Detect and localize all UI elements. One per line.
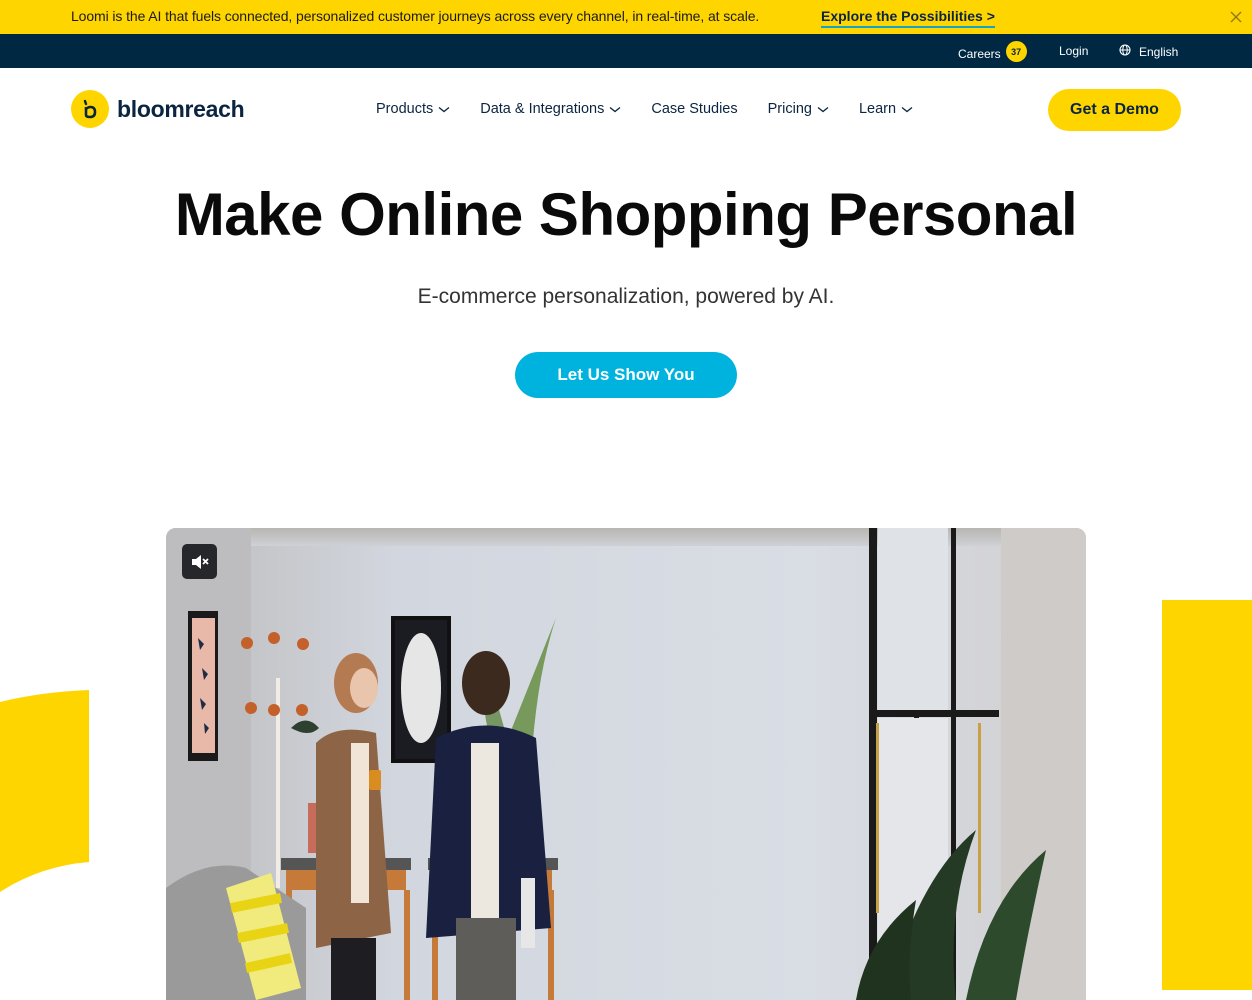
bloomreach-logo[interactable]: bloomreach — [71, 90, 245, 128]
video-frame-scene — [166, 528, 1086, 1000]
nav-item-products[interactable]: Products — [376, 101, 450, 117]
chevron-down-icon — [609, 106, 621, 112]
main-navigation: bloomreach Products Data & Integrations … — [0, 68, 1252, 152]
nav-item-label: Learn — [858, 101, 897, 117]
nav-item-label: Case Studies — [651, 101, 738, 117]
chevron-down-icon — [817, 106, 829, 112]
hero-video[interactable] — [166, 528, 1086, 1000]
announcement-text: Loomi is the AI that fuels connected, pe… — [71, 8, 760, 24]
hero-title: Make Online Shopping Personal — [174, 181, 1078, 248]
globe-icon — [1119, 44, 1131, 59]
let-us-show-you-button[interactable]: Let Us Show You — [515, 352, 737, 398]
volume-muted-icon — [191, 554, 209, 569]
chevron-down-icon — [438, 106, 450, 112]
decorative-yellow-shape-right — [1162, 600, 1252, 990]
hero-subtitle: E-commerce personalization, powered by A… — [417, 285, 835, 308]
brand-name: bloomreach — [117, 95, 245, 122]
explore-possibilities-link[interactable]: Explore the Possibilities > — [821, 8, 995, 28]
bloomreach-b-icon — [71, 90, 109, 128]
mute-toggle-button[interactable] — [182, 544, 217, 579]
nav-item-label: Data & Integrations — [480, 101, 605, 117]
nav-menu: Products Data & Integrations Case Studie… — [376, 101, 943, 117]
utility-bar: Careers 37 Login English — [0, 34, 1252, 68]
announcement-bar: Loomi is the AI that fuels connected, pe… — [0, 0, 1252, 34]
language-selector[interactable]: English — [1119, 44, 1178, 59]
decorative-yellow-shape-left — [0, 690, 89, 892]
login-link[interactable]: Login — [1059, 44, 1088, 58]
get-a-demo-button[interactable]: Get a Demo — [1048, 89, 1181, 131]
nav-item-label: Products — [376, 101, 434, 117]
nav-item-label: Pricing — [767, 101, 812, 117]
nav-item-pricing[interactable]: Pricing — [768, 101, 829, 117]
careers-count-badge: 37 — [1005, 41, 1027, 62]
chevron-down-icon — [901, 106, 913, 112]
nav-item-learn[interactable]: Learn — [859, 101, 913, 117]
careers-label: Careers — [958, 46, 1001, 61]
close-icon[interactable] — [1227, 8, 1245, 26]
nav-item-case-studies[interactable]: Case Studies — [651, 101, 737, 117]
nav-item-data-integrations[interactable]: Data & Integrations — [480, 101, 621, 117]
language-label: English — [1139, 44, 1179, 59]
careers-link[interactable]: Careers 37 — [958, 41, 1027, 62]
